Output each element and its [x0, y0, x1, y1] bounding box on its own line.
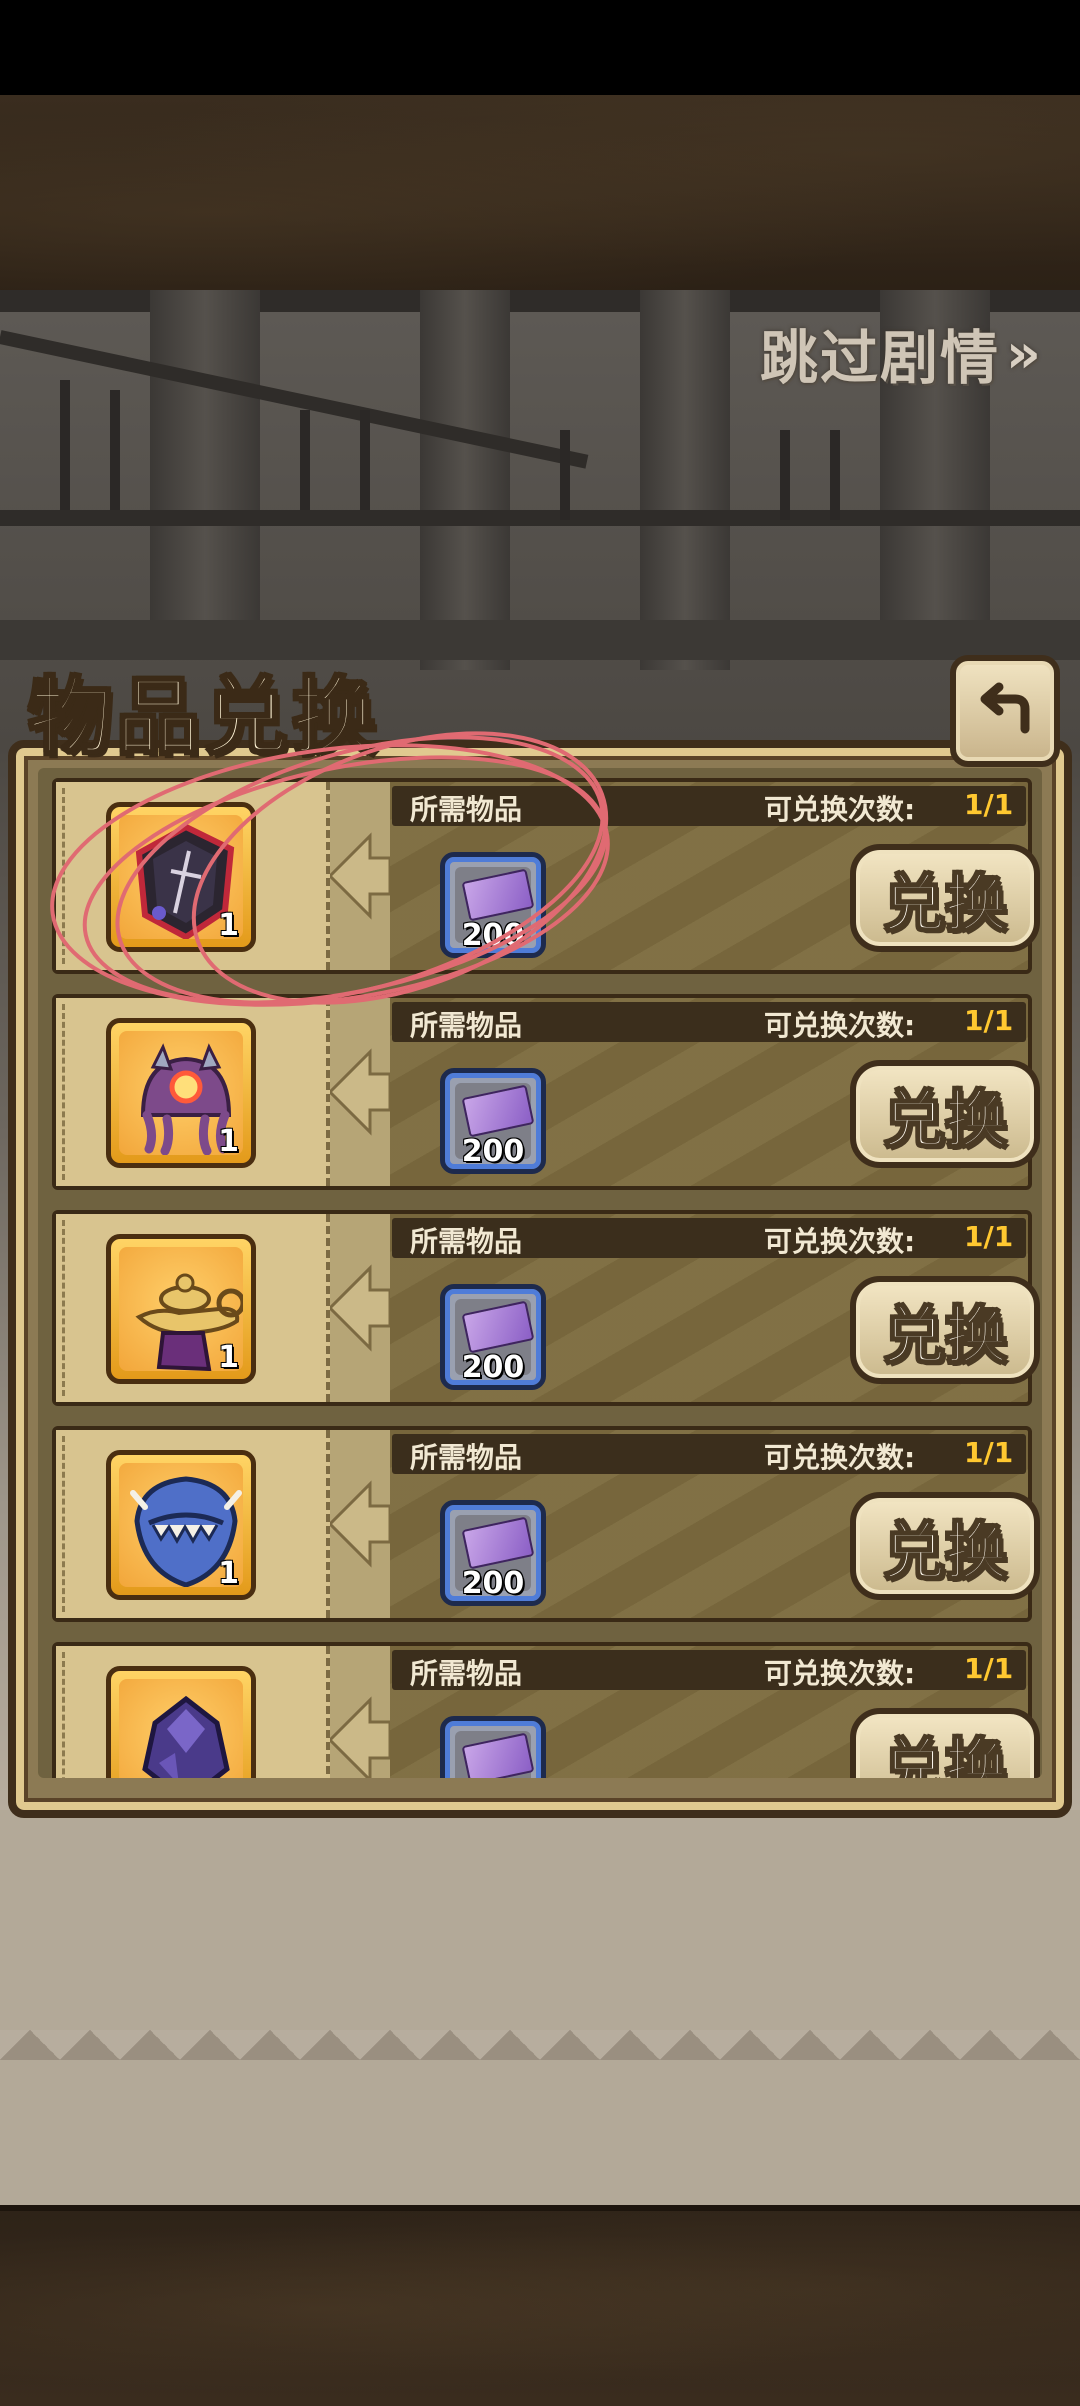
reward-count: 1 — [218, 1124, 239, 1159]
cost-count: 200 — [461, 918, 525, 953]
reward-item[interactable]: 1 — [106, 1450, 256, 1600]
reward-count: 1 — [218, 1556, 239, 1591]
left-arrow-icon — [327, 1264, 392, 1352]
required-items-label: 所需物品 — [410, 1441, 523, 1474]
left-arrow-icon — [327, 1048, 392, 1136]
row-header: 所需物品 可兑换次数: 1/1 — [392, 786, 1026, 826]
row-header: 所需物品 可兑换次数: 1/1 — [392, 1002, 1026, 1042]
arrow-divider — [327, 1646, 392, 1778]
reward-slot: 1 — [56, 782, 330, 970]
exchange-limit-value: 1/1 — [964, 1436, 1014, 1469]
reward-slot: 1 — [56, 1430, 330, 1618]
left-arrow-icon — [327, 832, 392, 920]
exchange-button[interactable]: 兑换 — [850, 844, 1040, 952]
return-arrow-icon — [980, 682, 1030, 734]
arrow-divider — [327, 998, 392, 1186]
row-header: 所需物品 可兑换次数: 1/1 — [392, 1434, 1026, 1474]
violet-crystal-icon — [142, 1695, 230, 1778]
dark-crest-shield-icon — [135, 823, 235, 939]
cost-item[interactable]: 200 — [440, 852, 546, 958]
reward-slot: 1 — [56, 1214, 330, 1402]
reward-count: 1 — [218, 908, 239, 943]
exchange-panel: 1 所需物品 可兑换次数: 1/1 200 兑换 1 所需物品 可兑换次数: 1… — [8, 740, 1072, 1818]
required-items-label: 所需物品 — [410, 1009, 523, 1042]
purple-ticket-icon — [461, 1516, 535, 1570]
exchange-limit-label: 可兑换次数: — [764, 1441, 916, 1474]
cost-item[interactable]: 200 — [440, 1068, 546, 1174]
golden-magic-lamp-icon — [135, 1273, 243, 1371]
exchange-limit-label: 可兑换次数: — [764, 1657, 916, 1690]
reward-count: 1 — [218, 1340, 239, 1375]
purple-ticket-icon — [461, 1300, 535, 1354]
reward-slot — [56, 1646, 330, 1778]
arrow-divider — [327, 1430, 392, 1618]
row-header: 所需物品 可兑换次数: 1/1 — [392, 1218, 1026, 1258]
bottom-decor-band — [0, 2205, 1080, 2406]
left-arrow-icon — [327, 1480, 392, 1568]
cost-count: 200 — [461, 1350, 525, 1385]
left-arrow-icon — [327, 1696, 392, 1778]
blue-fanged-shell-icon — [130, 1476, 242, 1587]
cost-count: 200 — [461, 1566, 525, 1601]
purple-ticket-icon — [461, 1732, 535, 1778]
top-decor-band — [0, 95, 1080, 296]
purple-ticket-icon — [461, 868, 535, 922]
reward-item[interactable]: 1 — [106, 1234, 256, 1384]
skip-story-button[interactable]: 跳过剧情 » — [760, 318, 1043, 393]
cost-item[interactable]: 200 — [440, 1500, 546, 1606]
exchange-list[interactable]: 1 所需物品 可兑换次数: 1/1 200 兑换 1 所需物品 可兑换次数: 1… — [38, 768, 1042, 1778]
required-items-label: 所需物品 — [410, 1657, 523, 1690]
reward-item[interactable]: 1 — [106, 802, 256, 952]
exchange-limit-value: 1/1 — [964, 1652, 1014, 1685]
purple-ticket-icon — [461, 1084, 535, 1138]
exchange-row: 1 所需物品 可兑换次数: 1/1 200 兑换 — [52, 1210, 1040, 1406]
status-bar — [0, 0, 1080, 95]
exchange-button[interactable]: 兑换 — [850, 1060, 1040, 1168]
panel-title: 物品兑换 — [26, 667, 381, 768]
reward-slot: 1 — [56, 998, 330, 1186]
double-chevron-right-icon: » — [1006, 321, 1043, 385]
exchange-button[interactable]: 兑换 — [850, 1708, 1040, 1778]
exchange-limit-value: 1/1 — [964, 1004, 1014, 1037]
required-items-label: 所需物品 — [410, 1225, 523, 1258]
required-items-label: 所需物品 — [410, 793, 523, 826]
lower-background — [0, 1810, 1080, 2210]
arrow-divider — [327, 1214, 392, 1402]
reward-item[interactable]: 1 — [106, 1018, 256, 1168]
exchange-row: 所需物品 可兑换次数: 1/1 兑换 — [52, 1642, 1040, 1778]
cost-item[interactable] — [440, 1716, 546, 1778]
row-header: 所需物品 可兑换次数: 1/1 — [392, 1650, 1026, 1690]
exchange-limit-label: 可兑换次数: — [764, 1225, 916, 1258]
exchange-limit-label: 可兑换次数: — [764, 793, 916, 826]
arrow-divider — [327, 782, 392, 970]
exchange-row: 1 所需物品 可兑换次数: 1/1 200 兑换 — [52, 778, 1040, 974]
skip-story-label: 跳过剧情 — [760, 324, 1001, 392]
zigzag-divider — [0, 2030, 1080, 2060]
exchange-row: 1 所需物品 可兑换次数: 1/1 200 兑换 — [52, 1426, 1040, 1622]
purple-octopus-helm-icon — [140, 1043, 232, 1155]
exchange-limit-value: 1/1 — [964, 1220, 1014, 1253]
exchange-button[interactable]: 兑换 — [850, 1492, 1040, 1600]
reward-item[interactable] — [106, 1666, 256, 1778]
cost-item[interactable]: 200 — [440, 1284, 546, 1390]
exchange-button[interactable]: 兑换 — [850, 1276, 1040, 1384]
exchange-row: 1 所需物品 可兑换次数: 1/1 200 兑换 — [52, 994, 1040, 1190]
exchange-limit-value: 1/1 — [964, 788, 1014, 821]
back-button[interactable] — [950, 655, 1060, 767]
exchange-limit-label: 可兑换次数: — [764, 1009, 916, 1042]
cost-count: 200 — [461, 1134, 525, 1169]
